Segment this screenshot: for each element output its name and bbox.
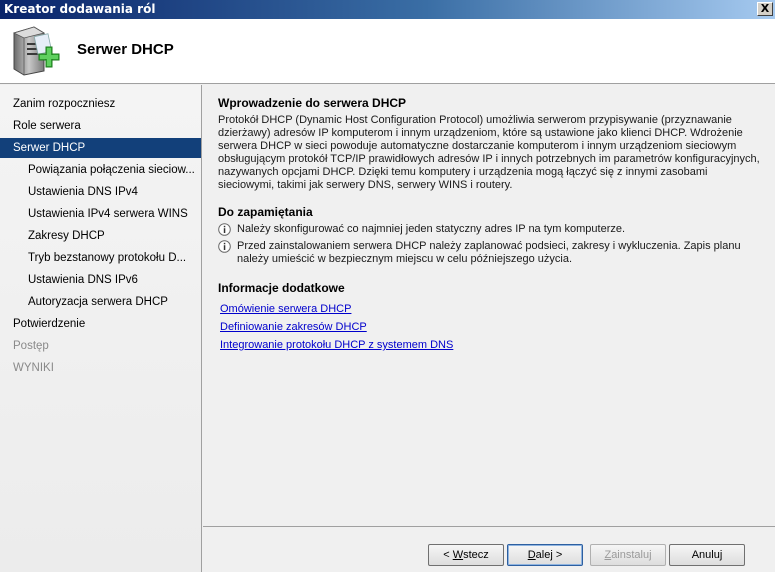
wizard-window: Kreator dodawania ról X Serwer DHCP Zani… [0, 0, 775, 572]
close-button[interactable]: X [757, 2, 773, 16]
title-bar: Kreator dodawania ról X [0, 0, 775, 19]
wizard-sidebar: Zanim rozpoczniesz Role serwera Serwer D… [0, 85, 202, 572]
sidebar-item-before-you-begin[interactable]: Zanim rozpoczniesz [0, 94, 201, 114]
note-text: Należy skonfigurować co najmniej jeden s… [237, 223, 626, 235]
next-button-hotkey: D [527, 549, 536, 561]
remember-heading: Do zapamiętania [218, 205, 313, 219]
sidebar-item-server-roles[interactable]: Role serwera [0, 116, 201, 136]
sidebar-item-ipv6-dns[interactable]: Ustawienia DNS IPv6 [0, 270, 201, 290]
next-button[interactable]: Dalej > [507, 544, 583, 566]
wizard-content: Wprowadzenie do serwera DHCP Protokół DH… [203, 85, 775, 525]
sidebar-item-ipv4-wins[interactable]: Ustawienia IPv4 serwera WINS [0, 204, 201, 224]
sidebar-item-progress: Postęp [13, 340, 49, 352]
page-title: Serwer DHCP [77, 41, 174, 58]
note-item: Przed zainstalowaniem serwera DHCP należ… [218, 240, 763, 266]
back-button[interactable]: < Wstecz [428, 544, 504, 566]
info-icon [218, 223, 231, 236]
link-dhcp-dns-integration[interactable]: Integrowanie protokołu DHCP z systemem D… [220, 339, 763, 352]
intro-heading: Wprowadzenie do serwera DHCP [218, 96, 407, 110]
content-body: Wprowadzenie do serwera DHCP Protokół DH… [218, 97, 763, 357]
sidebar-item-dhcp-scopes[interactable]: Zakresy DHCP [0, 226, 201, 246]
link-define-scopes[interactable]: Definiowanie zakresów DHCP [220, 321, 763, 334]
sidebar-item-dhcp-authorization[interactable]: Autoryzacja serwera DHCP [0, 292, 201, 312]
server-add-icon [12, 26, 60, 76]
sidebar-item-results: WYNIKI [13, 362, 54, 374]
wizard-button-bar: < Wstecz Dalej > Zainstaluj Anuluj [203, 526, 775, 572]
link-dhcp-overview[interactable]: Omówienie serwera DHCP [220, 303, 763, 316]
sidebar-item-stateless-mode[interactable]: Tryb bezstanowy protokołu D... [0, 248, 201, 268]
back-button-label: stecz [463, 549, 489, 561]
note-text: Przed zainstalowaniem serwera DHCP należ… [237, 240, 741, 265]
info-icon [218, 240, 231, 253]
wizard-header: Serwer DHCP [0, 19, 775, 84]
more-info-heading: Informacje dodatkowe [218, 281, 345, 295]
note-item: Należy skonfigurować co najmniej jeden s… [218, 223, 763, 236]
intro-text: Protokół DHCP (Dynamic Host Configuratio… [218, 114, 760, 191]
back-button-hotkey: W [452, 549, 464, 561]
install-button: Zainstaluj [590, 544, 666, 566]
install-button-label: ainstaluj [611, 549, 652, 561]
sidebar-item-network-bindings[interactable]: Powiązania połączenia sieciow... [0, 160, 201, 180]
cancel-button[interactable]: Anuluj [669, 544, 745, 566]
next-button-label: alej > [535, 549, 563, 561]
window-title: Kreator dodawania ról [4, 2, 156, 16]
sidebar-item-ipv4-dns[interactable]: Ustawienia DNS IPv4 [0, 182, 201, 202]
back-button-prefix: < [443, 549, 453, 561]
sidebar-item-dhcp-server[interactable]: Serwer DHCP [0, 138, 201, 158]
sidebar-item-confirmation[interactable]: Potwierdzenie [0, 314, 201, 334]
